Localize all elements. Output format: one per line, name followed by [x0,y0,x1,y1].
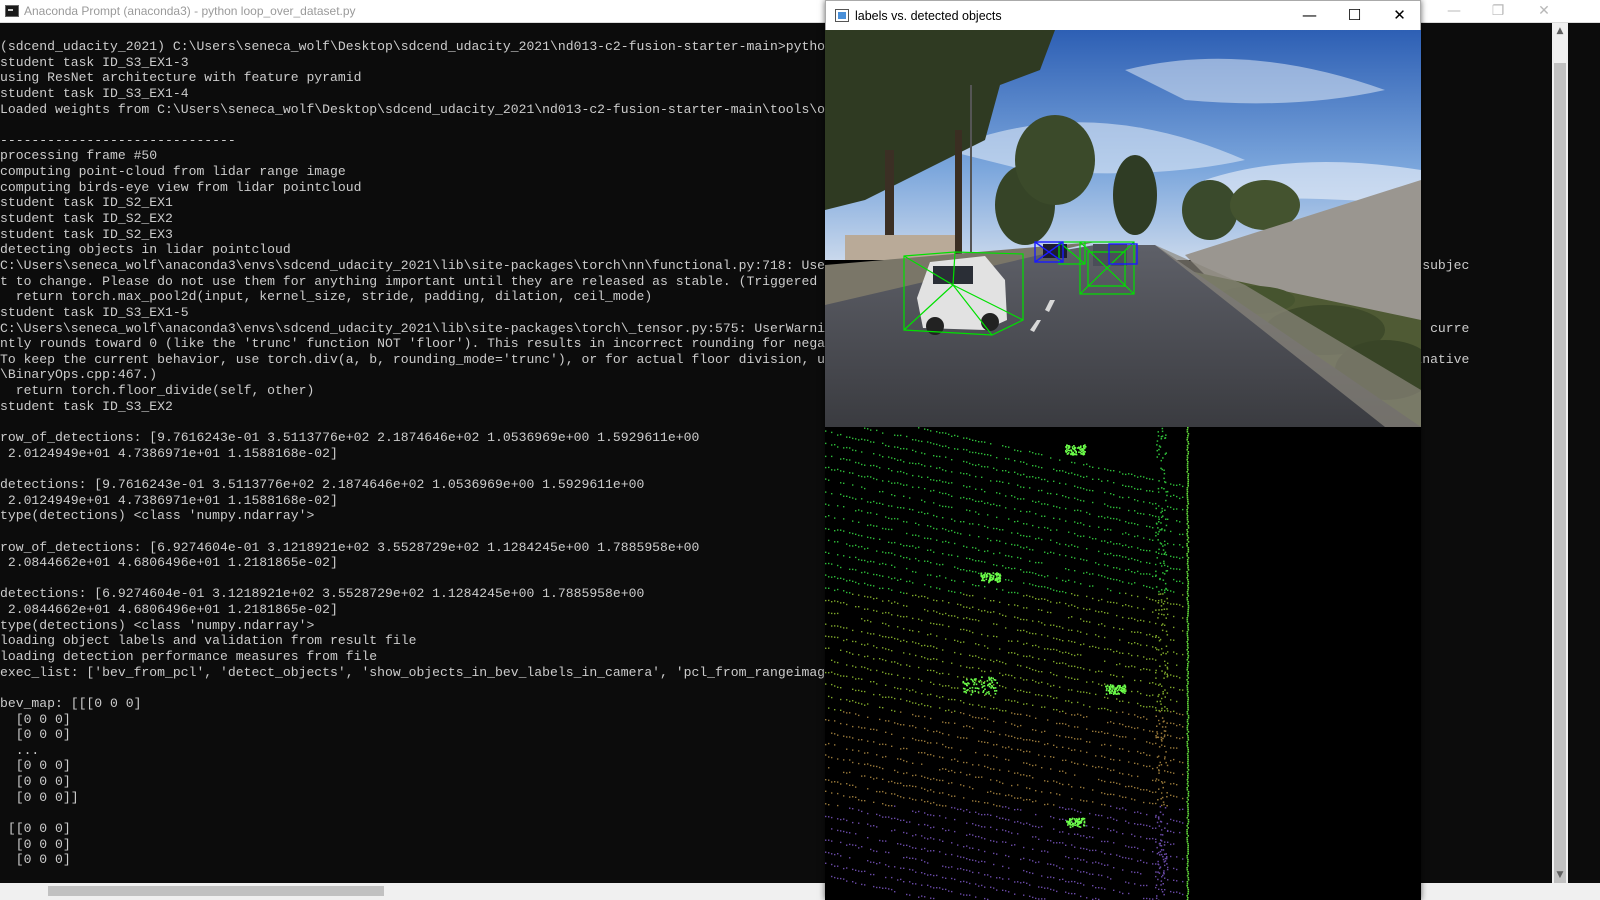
scroll-down-icon[interactable]: ▼ [1552,867,1568,883]
vertical-scroll-thumb[interactable] [1554,63,1566,893]
minimize-icon[interactable]: — [1287,1,1332,31]
vertical-scrollbar[interactable]: ▲ ▼ [1552,23,1568,893]
close-icon[interactable]: ✕ [1377,1,1422,31]
scrollbar-corner [1552,883,1600,900]
scroll-up-icon[interactable]: ▲ [1552,23,1568,39]
maximize-icon[interactable]: ☐ [1332,1,1377,31]
minimize-icon[interactable]: — [1432,0,1476,23]
horizontal-scroll-thumb[interactable] [48,886,384,896]
image-window-title: labels vs. detected objects [855,9,1002,23]
image-window-titlebar[interactable]: labels vs. detected objects — ☐ ✕ [825,0,1421,30]
bev-pointcloud-view [825,427,1421,900]
console-window-title: Anaconda Prompt (anaconda3) - python loo… [24,4,356,18]
image-window: labels vs. detected objects — ☐ ✕ [825,0,1421,900]
camera-image [825,30,1421,427]
restore-icon[interactable]: ❐ [1476,0,1520,23]
window-icon [835,9,849,22]
close-icon[interactable]: ✕ [1520,0,1568,23]
console-app-icon [5,5,19,17]
white-suv [917,256,1007,335]
